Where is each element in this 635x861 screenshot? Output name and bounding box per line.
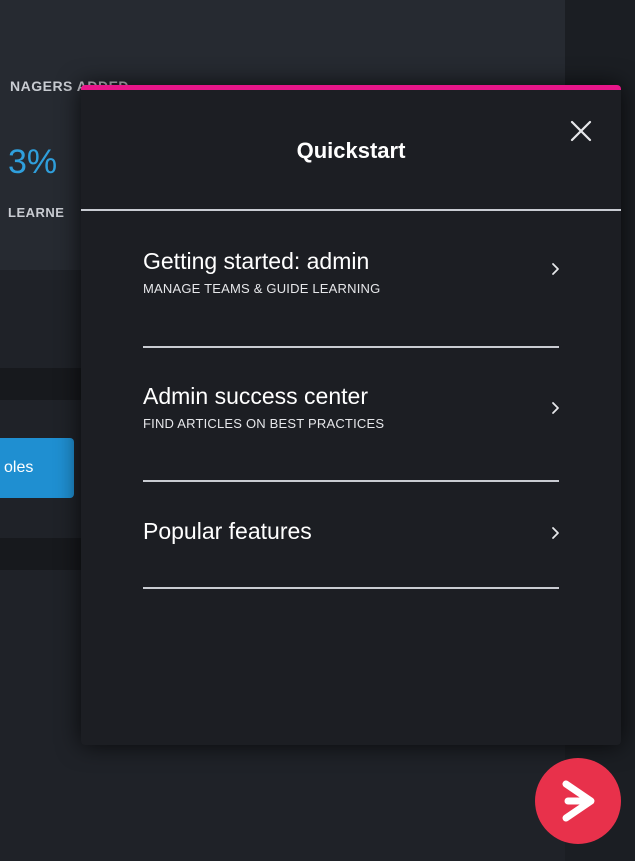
- chevron-right-icon: [552, 527, 559, 539]
- item-subtitle: MANAGE TEAMS & GUIDE LEARNING: [143, 281, 381, 296]
- quickstart-launcher-button[interactable]: [535, 758, 621, 844]
- item-subtitle: FIND ARTICLES ON BEST PRACTICES: [143, 416, 385, 431]
- quickstart-panel: Quickstart Getting started: admin MANAGE…: [81, 85, 621, 745]
- item-title: Popular features: [143, 518, 312, 544]
- close-icon[interactable]: [564, 114, 600, 150]
- item-title: Admin success center: [143, 383, 368, 409]
- panel-divider: [81, 209, 621, 211]
- stat-sublabel: LEARNE: [8, 205, 65, 220]
- item-title: Getting started: admin: [143, 248, 370, 274]
- panel-title: Quickstart: [296, 138, 406, 163]
- quickstart-item-success-center[interactable]: Admin success center FIND ARTICLES ON BE…: [143, 383, 559, 493]
- play-arrow-icon: [562, 780, 595, 822]
- roles-button[interactable]: oles: [0, 438, 74, 498]
- item-divider: [143, 346, 559, 348]
- item-divider: [143, 480, 559, 482]
- page: NAGERS ADDED 3% LEARNE oles Quickstart G…: [0, 0, 635, 861]
- item-divider: [143, 587, 559, 589]
- quickstart-item-getting-started[interactable]: Getting started: admin MANAGE TEAMS & GU…: [143, 248, 559, 358]
- stat-value: 3%: [8, 143, 58, 181]
- chevron-right-icon: [552, 402, 559, 414]
- close-button[interactable]: [564, 114, 600, 150]
- chevron-right-icon: [552, 263, 559, 275]
- quickstart-item-popular-features[interactable]: Popular features: [143, 518, 559, 628]
